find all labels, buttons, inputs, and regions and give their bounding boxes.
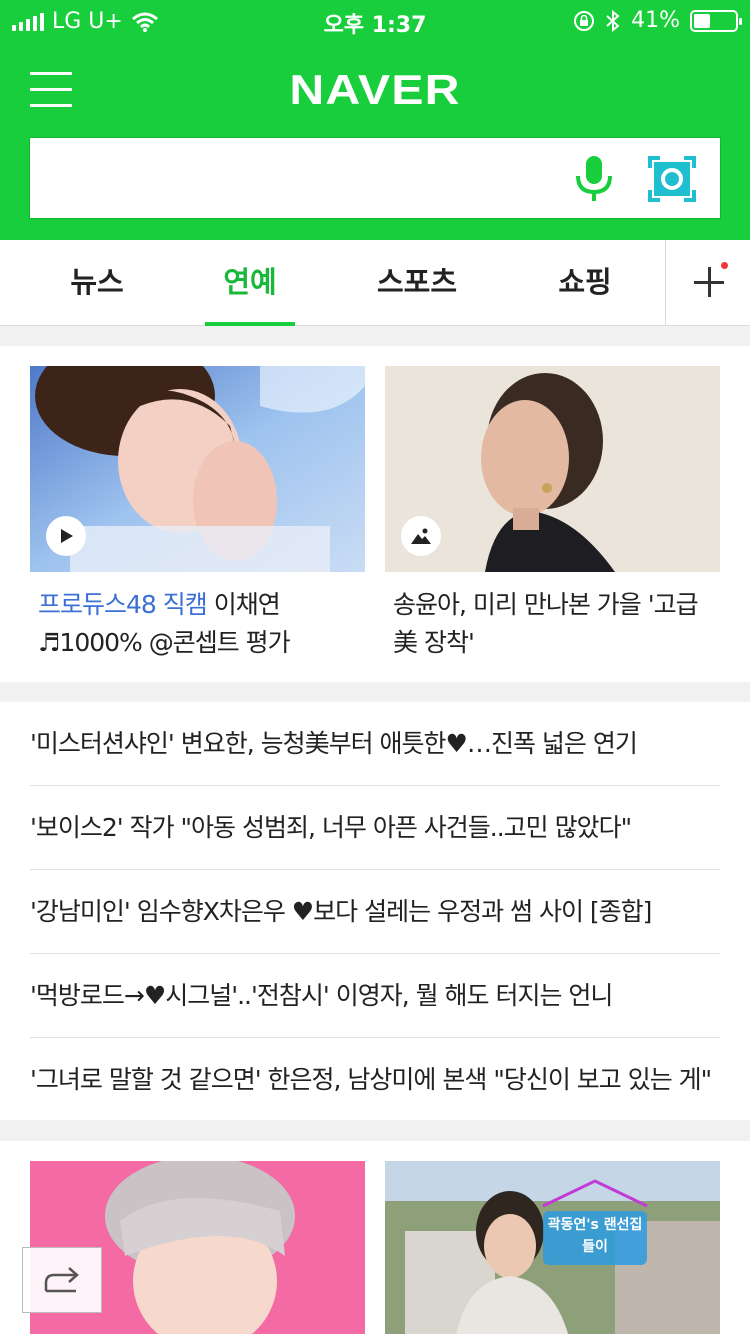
news-list: '미스터션샤인' 변요한, 능청美부터 애틋한♥…진폭 넓은 연기 '보이스2'… — [0, 702, 750, 1120]
card-caption: 프로듀스48 직캠 이채연 ♬1000% @콘셉트 평가 — [30, 586, 365, 662]
naver-logo[interactable]: NAVER — [0, 66, 750, 114]
tab-news[interactable]: 뉴스 — [42, 240, 152, 326]
bluetooth-icon — [606, 9, 620, 32]
news-list-item[interactable]: '보이스2' 작가 "아동 성범죄, 너무 아픈 사건들..고민 많았다" — [30, 786, 720, 870]
card-thumbnail[interactable]: 곽동연's 랜선집들이 — [385, 1161, 720, 1334]
notification-dot — [721, 262, 728, 269]
card-overlay-text: 곽동연's 랜선집들이 — [547, 1217, 643, 1255]
category-tabs: 뉴스 연예 스포츠 쇼핑 — [0, 240, 750, 326]
status-bar: LG U+ 오후 1:37 41% — [0, 0, 750, 44]
header-bar: LG U+ 오후 1:37 41% NAVER — [0, 0, 750, 240]
play-icon[interactable] — [46, 516, 86, 556]
microphone-icon[interactable] — [572, 154, 616, 204]
tab-sports[interactable]: 스포츠 — [362, 240, 472, 326]
status-right: 41% — [573, 8, 742, 33]
card-thumbnail[interactable] — [385, 366, 720, 572]
card-thumbnail[interactable] — [30, 366, 365, 572]
featured-cards-lower: 곽동연's 랜선집들이 — [0, 1141, 750, 1334]
news-list-item[interactable]: '미스터션샤인' 변요한, 능청美부터 애틋한♥…진폭 넓은 연기 — [30, 702, 720, 786]
card-caption: 송윤아, 미리 만나본 가을 '고급美 장착' — [393, 590, 699, 657]
card-tag: 프로듀스48 직캠 — [38, 590, 208, 619]
add-tab-button[interactable] — [665, 240, 750, 326]
plus-icon — [708, 267, 711, 297]
battery-fill — [694, 13, 710, 28]
news-list-item[interactable]: '먹방로드→♥시그널'..'전참시' 이영자, 뭘 해도 터지는 언니 — [30, 954, 720, 1038]
featured-card[interactable]: 프로듀스48 직캠 이채연 ♬1000% @콘셉트 평가 — [30, 366, 365, 662]
green-lens-icon[interactable] — [648, 156, 696, 202]
photo-icon[interactable] — [401, 516, 441, 556]
battery-icon — [690, 9, 742, 32]
share-icon — [44, 1267, 79, 1293]
search-box[interactable] — [29, 137, 721, 219]
share-button[interactable] — [22, 1247, 102, 1313]
featured-card[interactable]: 송윤아, 미리 만나본 가을 '고급美 장착' — [385, 366, 720, 662]
tab-entertainment[interactable]: 연예 — [195, 240, 305, 326]
rotation-lock-icon — [574, 10, 595, 31]
news-list-item[interactable]: '강남미인' 임수향X차은우 ♥보다 설레는 우정과 썸 사이 [종합] — [30, 870, 720, 954]
battery-percent: 41% — [631, 8, 680, 33]
search-input[interactable] — [42, 154, 562, 202]
news-list-item[interactable]: '그녀로 말할 것 같으면' 한은정, 남상미에 본색 "당신이 보고 있는 게… — [30, 1038, 720, 1122]
featured-cards: 프로듀스48 직캠 이채연 ♬1000% @콘셉트 평가 송윤아, 미리 만나본… — [0, 346, 750, 682]
tab-shopping[interactable]: 쇼핑 — [530, 240, 640, 326]
